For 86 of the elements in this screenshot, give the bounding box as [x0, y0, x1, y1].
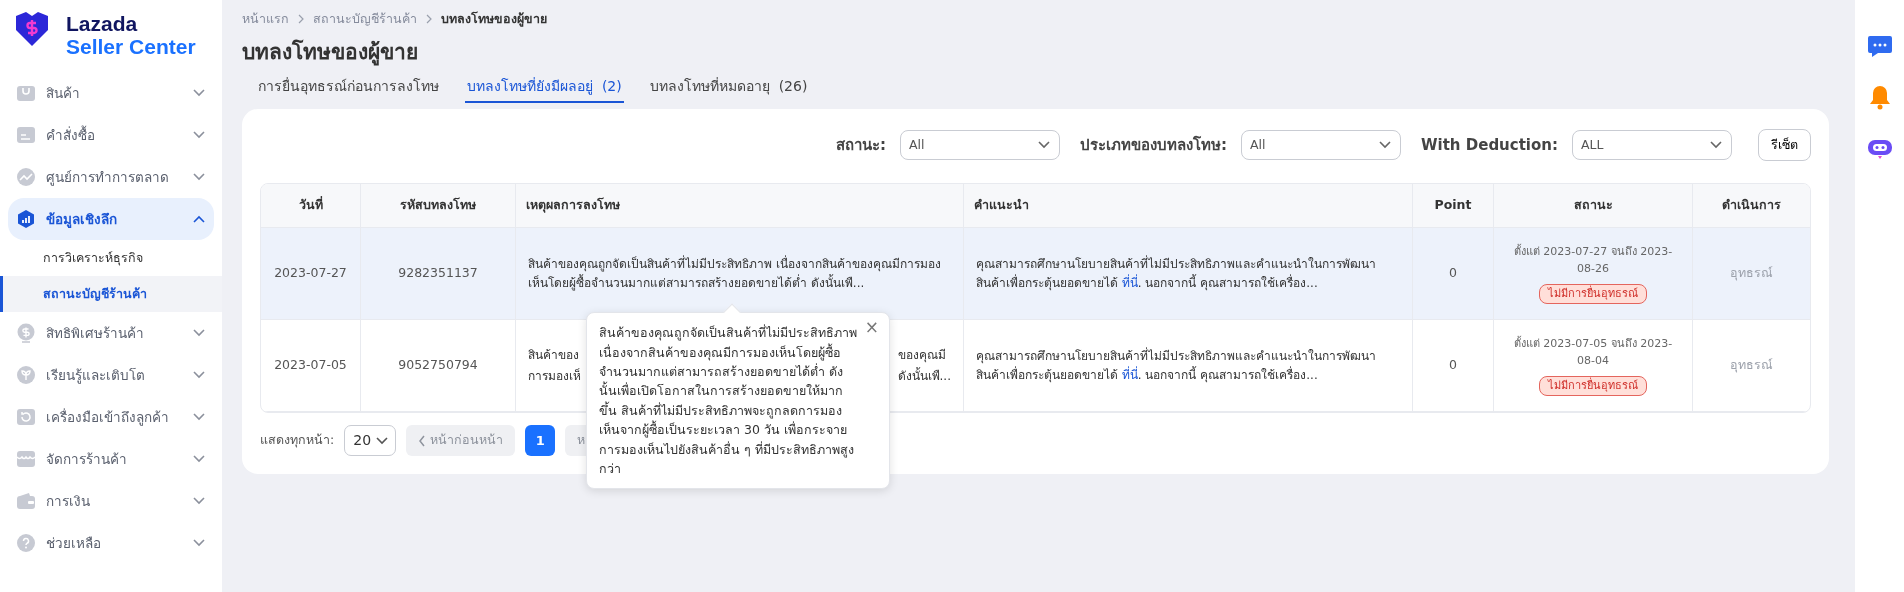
column-header: สถานะ [1494, 184, 1693, 228]
tab[interactable]: บทลงโทษที่หมดอายุ (26) [647, 74, 810, 104]
store-icon [16, 449, 36, 470]
sidebar-item[interactable]: เรียนรู้และเติบโต [8, 354, 214, 397]
chevron-down-icon [1037, 140, 1051, 151]
sidebar-item[interactable]: ศูนย์การทำการตลาด [8, 156, 214, 199]
chevron-down-icon [192, 454, 206, 465]
refresh-icon [16, 407, 36, 428]
table-cell: 0 [1449, 356, 1457, 375]
chevron-down-icon [192, 88, 206, 99]
sidebar-item[interactable]: สิทธิพิเศษร้านค้า [8, 312, 214, 355]
sidebar-subitem[interactable]: สถานะบัญชีร้านค้า [0, 276, 222, 313]
chevron-down-icon [192, 172, 206, 183]
reason-text: ดังนั้นเพื... [897, 366, 951, 385]
document-icon [16, 125, 36, 146]
trend-icon [16, 167, 36, 188]
chevron-down-icon [1709, 140, 1723, 151]
chevron-down-icon [192, 328, 206, 339]
bell-icon[interactable] [1867, 84, 1892, 110]
reset-button[interactable]: รีเซ็ต [1758, 129, 1811, 162]
chevron-down-icon [1378, 140, 1392, 151]
advice-link[interactable]: ที่นี่ [1121, 367, 1138, 382]
filter-select[interactable]: All [1241, 130, 1401, 161]
page-title: บทลงโทษของผู้ขาย [242, 38, 419, 68]
column-header: เหตุผลการลงโทษ [516, 184, 964, 228]
close-button[interactable]: × [862, 317, 881, 339]
reason-text: สินค้าของคุณถูกจัดเป็นสินค้าที่ไม่มีประสิทธิภาพ เนื่องจากสินค้าของคุณมีการมองเห็นโดยผู้ซื้อจำนวนมากแต่สามารถสร้างยอดขายได้ต่ำ ดังนั้นเพื... [528, 254, 942, 293]
chevron-up-icon [192, 214, 206, 225]
filter-label: ประเภทของบทลงโทษ: [1080, 135, 1227, 156]
chevron-down-icon [192, 412, 206, 423]
filter-label: With Deduction: [1421, 135, 1558, 156]
status-period: ตั้งแต่ 2023-07-05 จนถึง 2023-08-04 [1512, 335, 1674, 370]
sidebar-item[interactable]: การเงิน [8, 480, 214, 523]
page-size-select[interactable]: 20 [344, 425, 397, 456]
advice-text: คุณสามารถศึกษานโยบายสินค้าที่ไม่มีประสิทธิภาพและคำแนะนำในการพัฒนาสินค้าเพื่อกระตุ้นยอดขายได้ ที่นี่. นอกจากนี้ คุณสามารถใช้เครื่อง... [976, 346, 1377, 385]
advice-text: คุณสามารถศึกษานโยบายสินค้าที่ไม่มีประสิทธิภาพและคำแนะนำในการพัฒนาสินค้าเพื่อกระตุ้นยอดขายได้ ที่นี่. นอกจากนี้ คุณสามารถใช้เครื่อง... [976, 254, 1377, 293]
reason-text: สินค้าของ [528, 346, 580, 364]
reason-text: การมองเห็ [528, 367, 581, 385]
sidebar-item[interactable]: ข้อมูลเชิงลึก [8, 198, 214, 241]
wallet-icon [16, 491, 36, 512]
table-cell: 0 [1449, 264, 1457, 283]
chevron-down-icon [192, 538, 206, 549]
logo-text: Seller Center [66, 35, 196, 59]
column-header: วันที่ [261, 184, 361, 228]
chevron-left-icon [418, 434, 427, 447]
table-cell: 9052750794 [398, 356, 478, 375]
page-number[interactable]: 1 [525, 425, 556, 456]
bar-chart-icon [16, 209, 36, 230]
tooltip-text: สินค้าของคุณถูกจัดเป็นสินค้าที่ไม่มีประสิทธิภาพ เนื่องจากสินค้าของคุณมีการมองเห็นโดยผู้ซื้อจำนวนมากแต่สามารถสร้างยอดขายได้ต่ำ ดังนั้นเพื่อเปิดโอกาสในการสร้างยอดขายให้มากขึ้น สินค้าที่ไม่มีประสิทธิภาพจะถูกลดการมองเห็นจากผู้ซื้อเป็นระยะเวลา 30 วัน เพื่อกระจายการมองเห็นไปยังสินค้าอื่น ๆ ที่มีประสิทธิภาพสูงกว่า [599, 323, 858, 478]
dollar-icon [16, 323, 36, 344]
sidebar-item[interactable]: เครื่องมือเข้าถึงลูกค้า [8, 396, 214, 439]
column-header: รหัสบทลงโทษ [361, 184, 516, 228]
bag-icon [16, 83, 36, 104]
sidebar-item[interactable]: จัดการร้านค้า [8, 438, 214, 481]
chevron-down-icon [375, 435, 390, 446]
logo-text: Lazada [66, 12, 139, 36]
breadcrumb-current: บทลงโทษของผู้ขาย [441, 10, 547, 29]
status-badge: ไม่มีการยื่นอุทธรณ์ [1539, 283, 1647, 305]
filter-select[interactable]: ALL [1572, 130, 1732, 161]
filter-label: สถานะ: [836, 135, 886, 156]
table-cell: 9282351137 [398, 264, 478, 283]
advice-link[interactable]: ที่นี่ [1121, 275, 1138, 290]
sprout-icon [16, 365, 36, 386]
tab[interactable]: การยื่นอุทธรณ์ก่อนการลงโทษ [256, 74, 441, 104]
tab[interactable]: บทลงโทษที่ยังมีผลอยู่ (2) [465, 74, 624, 104]
reason-text: ของคุณมี [897, 346, 947, 365]
column-header: Point [1413, 184, 1494, 228]
table-cell: 2023-07-05 [274, 356, 347, 375]
help-icon [16, 533, 36, 554]
filter-select[interactable]: All [900, 130, 1060, 161]
column-header: คำแนะนำ [964, 184, 1413, 228]
chevron-right-icon [297, 14, 305, 25]
column-header: ดำเนินการ [1693, 184, 1810, 228]
status-period: ตั้งแต่ 2023-07-27 จนถึง 2023-08-26 [1512, 243, 1674, 278]
chevron-down-icon [192, 370, 206, 381]
page-size-label: แสดงทุกหน้า: [260, 431, 335, 450]
chevron-down-icon [192, 496, 206, 507]
chevron-down-icon [192, 130, 206, 141]
chevron-right-icon [425, 14, 433, 25]
table-cell: 2023-07-27 [274, 264, 347, 283]
status-badge: ไม่มีการยื่นอุทธรณ์ [1539, 375, 1647, 397]
sidebar-item[interactable]: สินค้า [8, 72, 214, 115]
sidebar-subitem[interactable]: การวิเคราะห์ธุรกิจ [0, 240, 222, 277]
sidebar-item[interactable]: คำสั่งซื้อ [8, 114, 214, 157]
chat-icon[interactable] [1866, 34, 1893, 58]
sidebar-item[interactable]: ช่วยเหลือ [8, 522, 214, 565]
